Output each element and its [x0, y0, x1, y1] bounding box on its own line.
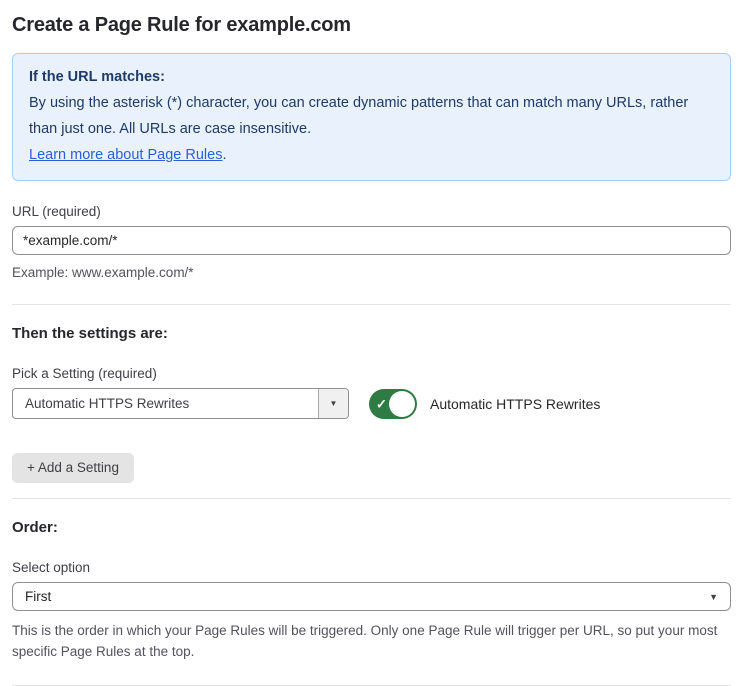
setting-toggle[interactable]: ✓: [369, 388, 417, 419]
divider: [12, 304, 731, 305]
learn-more-page-rules-link[interactable]: Learn more about Page Rules: [29, 147, 222, 163]
url-example-helper: Example: www.example.com/*: [12, 265, 194, 280]
order-select[interactable]: First ▼: [12, 582, 731, 611]
page-title: Create a Page Rule for example.com: [12, 14, 351, 36]
order-section-heading: Order:: [12, 519, 58, 536]
setting-row: Automatic HTTPS Rewrites ▼ ✓ Automatic H…: [12, 388, 731, 419]
add-setting-button[interactable]: + Add a Setting: [12, 453, 134, 483]
url-match-info-box: If the URL matches: By using the asteris…: [12, 53, 731, 181]
chevron-down-icon[interactable]: ▼: [318, 389, 348, 418]
chevron-down-icon: ▼: [709, 591, 718, 602]
divider: [12, 498, 731, 499]
info-box-link-row: Learn more about Page Rules.: [29, 142, 714, 168]
setting-toggle-group: ✓ Automatic HTTPS Rewrites: [369, 388, 601, 419]
setting-select-value: Automatic HTTPS Rewrites: [25, 396, 190, 411]
url-input[interactable]: [12, 226, 731, 255]
setting-toggle-label: Automatic HTTPS Rewrites: [430, 395, 601, 412]
settings-section-heading: Then the settings are:: [12, 325, 168, 342]
url-label: URL (required): [12, 204, 101, 219]
order-helper-text: This is the order in which your Page Rul…: [12, 623, 718, 659]
info-box-body: By using the asterisk (*) character, you…: [29, 95, 689, 137]
toggle-knob: [389, 390, 415, 417]
setting-select[interactable]: Automatic HTTPS Rewrites ▼: [12, 388, 349, 419]
order-select-label: Select option: [12, 560, 91, 575]
pick-setting-label: Pick a Setting (required): [12, 366, 157, 381]
order-select-value: First: [25, 589, 52, 604]
create-page-rule-panel: Create a Page Rule for example.com If th…: [0, 0, 743, 686]
link-period: .: [222, 147, 227, 163]
info-box-heading: If the URL matches:: [29, 69, 165, 85]
check-icon: ✓: [376, 396, 387, 411]
